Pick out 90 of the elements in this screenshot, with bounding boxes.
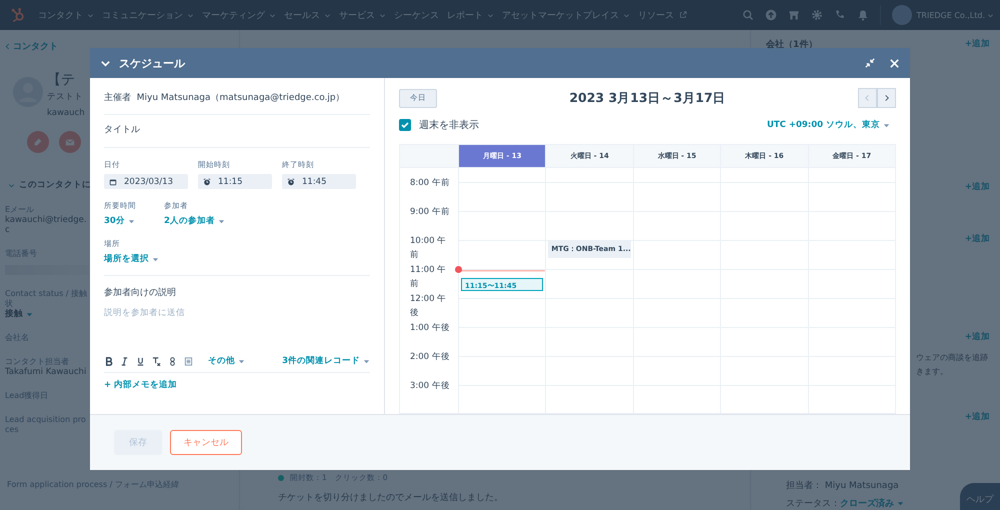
clear-format-icon[interactable] [152, 356, 161, 366]
chevron-down-icon [379, 12, 386, 18]
back-link[interactable]: コンタクト [5, 40, 89, 53]
chevron-down-icon [324, 12, 331, 18]
add-link[interactable]: +追加 [964, 331, 990, 343]
time-label: 11:00 午前 [409, 264, 448, 291]
time-label: 8:00 午前 [409, 177, 450, 190]
date-field[interactable]: 2023/03/13 [104, 174, 188, 189]
phone-icon[interactable] [834, 9, 846, 21]
search-icon[interactable] [742, 9, 754, 21]
chevron-down-icon [87, 12, 94, 18]
contact-email: kawauch [47, 107, 86, 120]
close-icon[interactable] [889, 58, 900, 68]
add-note-link[interactable]: + 内部メモを追加 [104, 379, 370, 391]
chevron-right-icon [883, 94, 890, 102]
underline-icon[interactable] [136, 356, 145, 366]
status-dot [278, 475, 284, 481]
time-label: 2:00 午後 [409, 351, 450, 364]
caret-icon [152, 256, 159, 262]
time-field[interactable]: 11:15 [198, 174, 272, 189]
contact-subtitle: テストト [47, 91, 84, 104]
add-link[interactable]: +追加 [964, 411, 990, 423]
caret-icon [26, 310, 33, 318]
settings-icon[interactable] [810, 9, 823, 21]
store-icon[interactable] [788, 9, 800, 21]
contact-name: 【テ [47, 71, 76, 89]
caret-icon [218, 218, 225, 224]
edit-button[interactable] [27, 131, 49, 153]
previous-button[interactable] [858, 88, 877, 108]
bold-icon[interactable] [104, 356, 113, 366]
section-header[interactable]: このコンタクトに [5, 179, 89, 191]
caret-icon [128, 218, 135, 224]
alarm-clock-icon [287, 178, 295, 186]
note-text: ウェアの商談を追跡 [916, 352, 989, 364]
chevron-down-icon [987, 12, 994, 18]
organizer-text: 主催者 Miyu Matsunaga（matsunaga@triedge.co.jp） [104, 93, 345, 103]
time-label: 12:00 午後 [409, 293, 448, 320]
caret-icon [363, 358, 370, 364]
alarm-clock-icon [203, 178, 211, 186]
checkbox-label: 週末を非表示 [419, 118, 479, 132]
chevron-down-icon [8, 182, 15, 188]
pencil-icon [33, 137, 43, 147]
caret-icon [883, 122, 890, 128]
bell-icon[interactable] [856, 9, 869, 21]
date-range-title: 2023 3月13日～3月17日 [569, 90, 726, 106]
timezone-dropdown[interactable]: UTC +09:00 ソウル、東京 [766, 119, 890, 131]
owner-text: 担当者： Miyu Matsunaga [786, 480, 900, 492]
calendar-icon [109, 178, 117, 186]
add-link[interactable]: +追加 [964, 233, 990, 245]
chevron-down-icon [623, 12, 630, 18]
records-dropdown[interactable]: 3件の関連レコード [282, 355, 370, 367]
sprocket-logo-icon[interactable] [10, 7, 26, 23]
chevron-down-icon [487, 12, 494, 18]
link-icon[interactable] [168, 356, 177, 366]
status-dropdown[interactable]: クローズ済み [840, 497, 904, 510]
chevron-left-icon [864, 94, 871, 102]
more-dropdown[interactable]: その他 [208, 355, 245, 367]
email-button[interactable] [59, 131, 81, 153]
field-label: 参加者向けの説明 [104, 286, 177, 299]
checkbox[interactable] [399, 119, 411, 131]
time-label: 9:00 午前 [409, 206, 450, 219]
add-link[interactable]: +追加 [964, 38, 990, 51]
insert-block-icon[interactable] [184, 356, 193, 366]
status-dropdown[interactable]: 接触 [5, 309, 89, 319]
envelope-icon [65, 137, 75, 147]
avatar[interactable] [892, 5, 912, 25]
add-link[interactable]: +追加 [964, 181, 990, 193]
chevron-left-icon [5, 43, 10, 50]
next-button[interactable] [877, 88, 896, 108]
modal-title: スケジュール [119, 56, 185, 70]
time-label: 10:00 午前 [409, 235, 448, 262]
italic-icon[interactable] [120, 356, 129, 366]
caret-icon [897, 500, 904, 507]
collapse-icon[interactable] [865, 58, 875, 68]
time-field[interactable]: 11:45 [282, 174, 356, 189]
external-link-icon [679, 11, 687, 19]
location-dropdown[interactable]: 場所を選択 [104, 253, 370, 265]
time-label: 1:00 午後 [409, 322, 450, 335]
chevron-down-icon [187, 12, 194, 18]
field-value: Takafumi Kawauchi [5, 367, 88, 377]
note-text: きます。 [916, 366, 949, 378]
attendees-dropdown[interactable]: 2人の参加者 [164, 215, 225, 227]
field-value: kawauchi@triedge.c [5, 215, 88, 235]
time-label: 3:00 午後 [409, 380, 450, 393]
duration-dropdown[interactable]: 30分 [104, 215, 136, 227]
activity-message: チケットを切り分けましたのでメールを送信しました。 [278, 492, 504, 504]
caret-icon [238, 358, 245, 364]
cancel-button[interactable]: キャンセル [170, 430, 242, 455]
chevron-down-icon [269, 12, 276, 18]
status-label: ステータス： [786, 498, 840, 510]
